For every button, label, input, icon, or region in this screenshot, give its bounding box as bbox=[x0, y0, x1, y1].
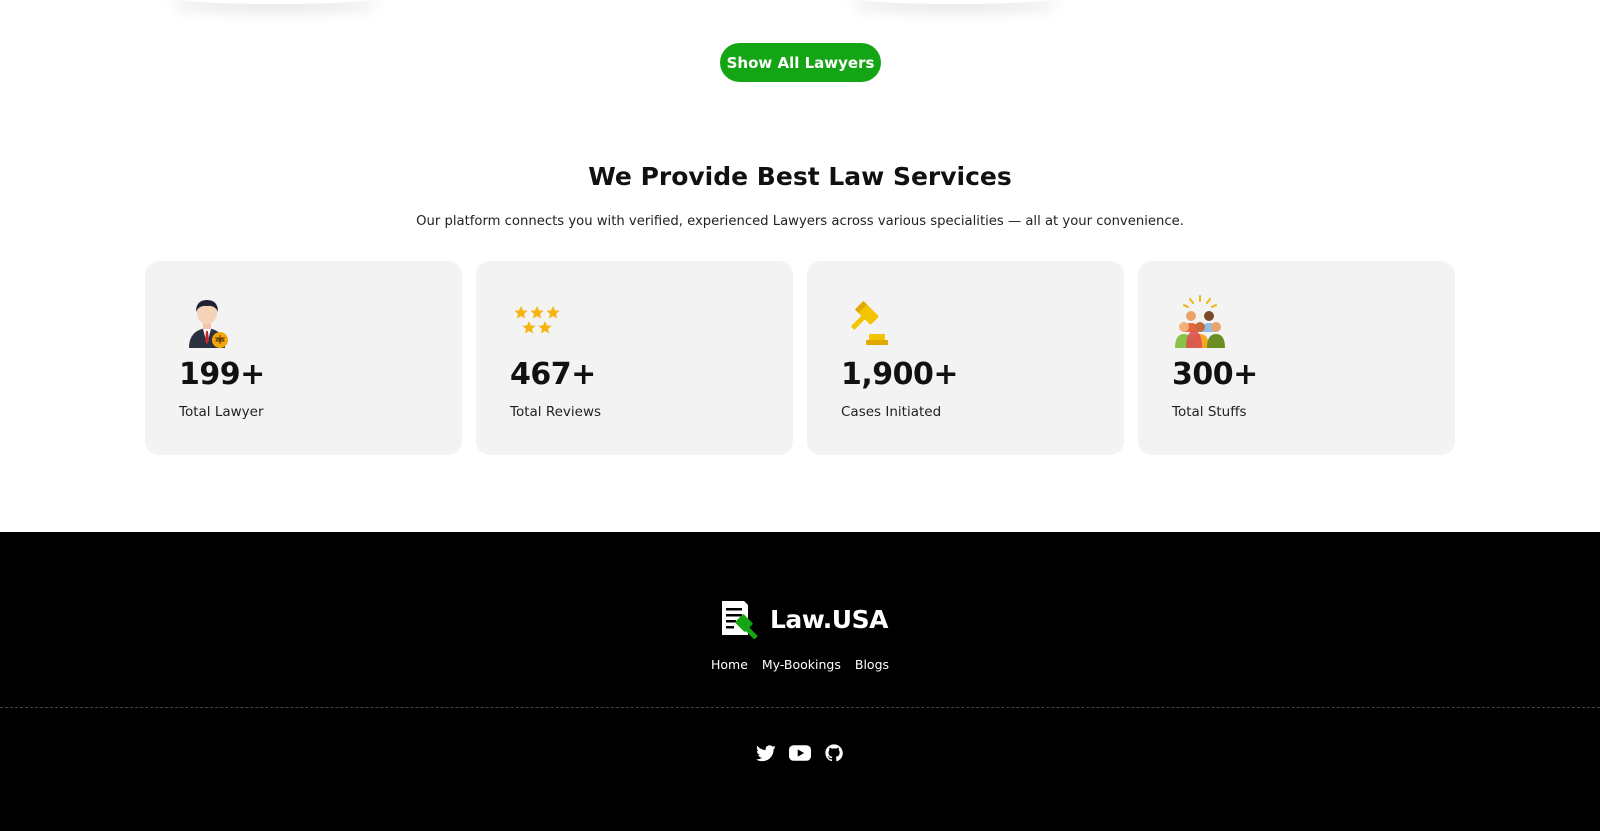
youtube-icon[interactable] bbox=[789, 742, 811, 764]
card-shadow-right bbox=[850, 0, 1060, 4]
stat-value: 467+ bbox=[510, 357, 596, 392]
team-icon bbox=[1175, 295, 1225, 348]
stat-card-staff: 300+ Total Stuffs bbox=[1138, 261, 1455, 455]
stat-value: 1,900+ bbox=[841, 357, 959, 392]
gavel-icon bbox=[851, 300, 888, 345]
card-shadow-left bbox=[170, 0, 380, 4]
stars-icon bbox=[514, 306, 560, 334]
law-logo-icon bbox=[722, 601, 758, 639]
stat-card-lawyers: 199+ Total Lawyer bbox=[145, 261, 462, 455]
stat-card-reviews: 467+ Total Reviews bbox=[476, 261, 793, 455]
github-icon[interactable] bbox=[823, 742, 845, 764]
show-all-lawyers-button[interactable]: Show All Lawyers bbox=[720, 43, 881, 82]
brand-name: Law.USA bbox=[770, 604, 888, 634]
page: Show All Lawyers We Provide Best Law Ser… bbox=[0, 0, 1600, 831]
footer-nav: Home My-Bookings Blogs bbox=[0, 657, 1600, 672]
footer-brand[interactable]: Law.USA bbox=[718, 599, 888, 639]
section-title: We Provide Best Law Services bbox=[588, 162, 1012, 191]
social-links bbox=[0, 742, 1600, 764]
stat-label: Total Lawyer bbox=[179, 404, 264, 420]
stat-value: 300+ bbox=[1172, 357, 1258, 392]
twitter-icon[interactable] bbox=[755, 742, 777, 764]
lawyer-icon bbox=[189, 300, 228, 348]
stats-cards: 199+ Total Lawyer 467+ Total Reviews 1,9… bbox=[145, 261, 1455, 455]
section-subtitle: Our platform connects you with verified,… bbox=[416, 214, 1184, 229]
stat-value: 199+ bbox=[179, 357, 265, 392]
stat-label: Total Stuffs bbox=[1172, 404, 1247, 420]
stat-label: Total Reviews bbox=[510, 404, 602, 420]
footer-link-my-bookings[interactable]: My-Bookings bbox=[762, 657, 841, 672]
footer-divider bbox=[0, 707, 1600, 708]
stat-label: Cases Initiated bbox=[841, 404, 942, 420]
footer-link-home[interactable]: Home bbox=[711, 657, 748, 672]
stat-card-cases: 1,900+ Cases Initiated bbox=[807, 261, 1124, 455]
footer-link-blogs[interactable]: Blogs bbox=[855, 657, 889, 672]
site-footer: Law.USA Home My-Bookings Blogs bbox=[0, 532, 1600, 831]
